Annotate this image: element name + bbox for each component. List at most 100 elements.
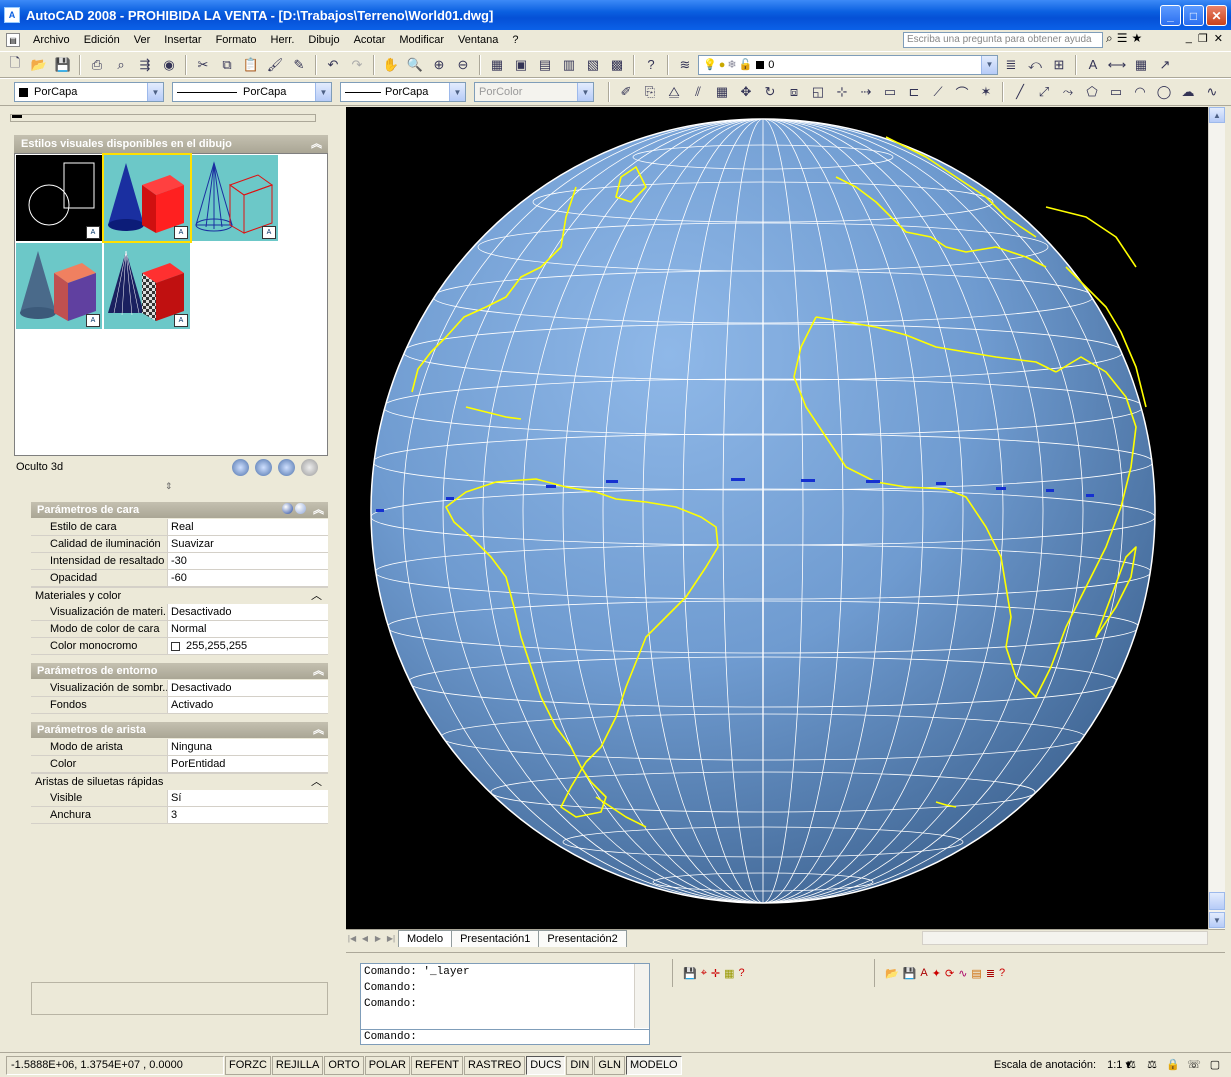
last-tab-icon[interactable]: ▶| [385, 931, 397, 945]
scroll-down-icon[interactable]: ▼ [1209, 912, 1225, 928]
communication-center-icon[interactable]: ☏ [1186, 1056, 1202, 1072]
attribute-icon[interactable]: ≣ [986, 967, 995, 980]
prop-row-monochrome-color[interactable]: Color monocromo 255,255,255 [31, 638, 328, 655]
polygon-icon[interactable]: ⬠ [1081, 81, 1103, 103]
collapse-icon[interactable]: ︽ [313, 502, 324, 518]
block-editor-icon[interactable]: ✎ [288, 54, 310, 76]
maximize-button[interactable]: □ [1183, 5, 1204, 26]
doc-minimize-button[interactable]: _ [1186, 32, 1192, 45]
layer-previous-icon[interactable]: ⤺ [1024, 54, 1046, 76]
explode-icon[interactable]: ✶ [975, 81, 997, 103]
break-icon[interactable]: ▭ [879, 81, 901, 103]
table-icon[interactable]: ▤ [971, 967, 981, 980]
menu-dibujo[interactable]: Dibujo [301, 34, 346, 46]
pan-icon[interactable]: ✋ [380, 54, 402, 76]
curve-icon[interactable]: ∿ [958, 967, 967, 980]
osnap-icon[interactable]: ✛ [711, 967, 720, 980]
zoom-realtime-icon[interactable]: 🔍 [404, 54, 426, 76]
menu-acotar[interactable]: Acotar [347, 34, 393, 46]
toggle-refent[interactable]: REFENT [411, 1055, 463, 1075]
menu-help[interactable]: ? [505, 34, 525, 46]
menu-ver[interactable]: Ver [127, 34, 158, 46]
layer-states-icon[interactable]: ⊞ [1048, 54, 1070, 76]
menu-formato[interactable]: Formato [209, 34, 264, 46]
line-icon[interactable]: ╱ [1009, 81, 1031, 103]
erase-icon[interactable]: ✐ [615, 81, 637, 103]
copy-object-icon[interactable]: ⎘ [639, 81, 661, 103]
circle-icon[interactable]: ◯ [1153, 81, 1175, 103]
make-current-layer-icon[interactable]: ≣ [1000, 54, 1022, 76]
prop-value[interactable]: PorEntidad [168, 756, 328, 772]
spline-icon[interactable]: ∿ [1201, 81, 1223, 103]
polyline-icon[interactable]: ⤳ [1057, 81, 1079, 103]
prop-value[interactable]: Sí [168, 790, 328, 806]
properties-icon[interactable]: ▦ [486, 54, 508, 76]
linetype-dropdown[interactable]: PorCapa ▼ [172, 82, 332, 102]
toggle-forzc[interactable]: FORZC [225, 1055, 271, 1075]
toggle-polar[interactable]: POLAR [364, 1055, 410, 1075]
layer-dropdown[interactable]: 💡 ● ❄ 🔓 0 ▼ [698, 54, 998, 75]
viewport-vertical-scrollbar[interactable]: ▲ ▼ [1208, 107, 1225, 929]
close-button[interactable]: ✕ [1206, 5, 1227, 26]
3d-dwf-icon[interactable]: ◉ [158, 54, 180, 76]
prop-row-silhouette-visible[interactable]: Visible Sí [31, 790, 328, 807]
apply-to-viewport-icon[interactable] [255, 459, 272, 476]
publish-icon[interactable]: ⇶ [134, 54, 156, 76]
design-center-icon[interactable]: ▣ [510, 54, 532, 76]
tab-presentacion2[interactable]: Presentación2 [538, 930, 627, 947]
materials-color-header[interactable]: Materiales y color ︿ [31, 587, 328, 603]
tab-presentacion1[interactable]: Presentación1 [451, 930, 540, 947]
chamfer-icon[interactable]: ⟋ [927, 81, 949, 103]
help-icon[interactable]: ? [999, 967, 1005, 979]
prev-tab-icon[interactable]: ◀ [359, 931, 371, 945]
prop-value[interactable]: Desactivado [168, 604, 328, 620]
offset-icon[interactable]: ⫽ [687, 81, 709, 103]
doc-restore-button[interactable]: ❐ [1198, 32, 1208, 45]
lineweight-dropdown[interactable]: PorCapa ▼ [340, 82, 466, 102]
palette-grip[interactable] [10, 114, 316, 122]
copy-icon[interactable]: ⧉ [216, 54, 238, 76]
env-params-header[interactable]: Parámetros de entorno ︽ [31, 663, 328, 679]
open-icon[interactable]: 📂 [28, 54, 50, 76]
doc-close-button[interactable]: ✕ [1214, 32, 1223, 45]
search-icon[interactable]: ⌕ [1106, 31, 1113, 46]
cut-icon[interactable]: ✂ [192, 54, 214, 76]
coordinates-display[interactable]: -1.5888E+06, 1.3754E+07 , 0.0000 [6, 1055, 224, 1075]
multileader-style-icon[interactable]: ↗ [1154, 54, 1176, 76]
prop-row-backgrounds[interactable]: Fondos Activado [31, 697, 328, 714]
extend-icon[interactable]: ⇢ [855, 81, 877, 103]
menu-archivo[interactable]: Archivo [26, 34, 77, 46]
mirror-icon[interactable]: ⧋ [663, 81, 685, 103]
new-icon[interactable]: 🗋 [4, 54, 26, 76]
autocad-app-icon[interactable]: A [4, 7, 20, 23]
infocenter-icon[interactable]: ☰ [1117, 31, 1128, 46]
markup-icon[interactable]: ▧ [582, 54, 604, 76]
chevron-down-icon[interactable]: ▼ [147, 83, 163, 101]
table-style-icon[interactable]: ▦ [1130, 54, 1152, 76]
prop-row-face-color-mode[interactable]: Modo de color de cara Normal [31, 621, 328, 638]
menu-herr[interactable]: Herr. [264, 34, 302, 46]
zoom-previous-icon[interactable]: ⊖ [452, 54, 474, 76]
document-icon[interactable]: ▤ [6, 33, 20, 47]
next-tab-icon[interactable]: ▶ [372, 931, 384, 945]
match-properties-icon[interactable]: 🖌 [264, 54, 286, 76]
move-icon[interactable]: ✥ [735, 81, 757, 103]
minimize-button[interactable]: _ [1160, 5, 1181, 26]
snap-icon[interactable]: ⌖ [701, 967, 707, 980]
menu-insertar[interactable]: Insertar [157, 34, 208, 46]
clean-screen-icon[interactable]: ▢ [1207, 1056, 1223, 1072]
thumbnail-wireframe-2d[interactable]: A [16, 155, 102, 241]
rectangle-icon[interactable]: ▭ [1105, 81, 1127, 103]
create-visual-style-icon[interactable] [232, 459, 249, 476]
quickcalc-icon[interactable]: ▩ [606, 54, 628, 76]
sheet-set-icon[interactable]: ▥ [558, 54, 580, 76]
chevron-down-icon[interactable]: ▼ [449, 83, 465, 101]
viewport-horizontal-scrollbar[interactable] [922, 931, 1208, 945]
save-icon[interactable]: 💾 [903, 967, 917, 980]
toggle-rejilla[interactable]: REJILLA [271, 1055, 324, 1075]
toggle-gln[interactable]: GLN [594, 1055, 625, 1075]
prop-value[interactable]: Suavizar [168, 536, 328, 552]
prop-value[interactable]: Desactivado [168, 680, 328, 696]
prop-row-shadow-display[interactable]: Visualización de sombr... Desactivado [31, 680, 328, 697]
help-icon[interactable]: ? [640, 54, 662, 76]
